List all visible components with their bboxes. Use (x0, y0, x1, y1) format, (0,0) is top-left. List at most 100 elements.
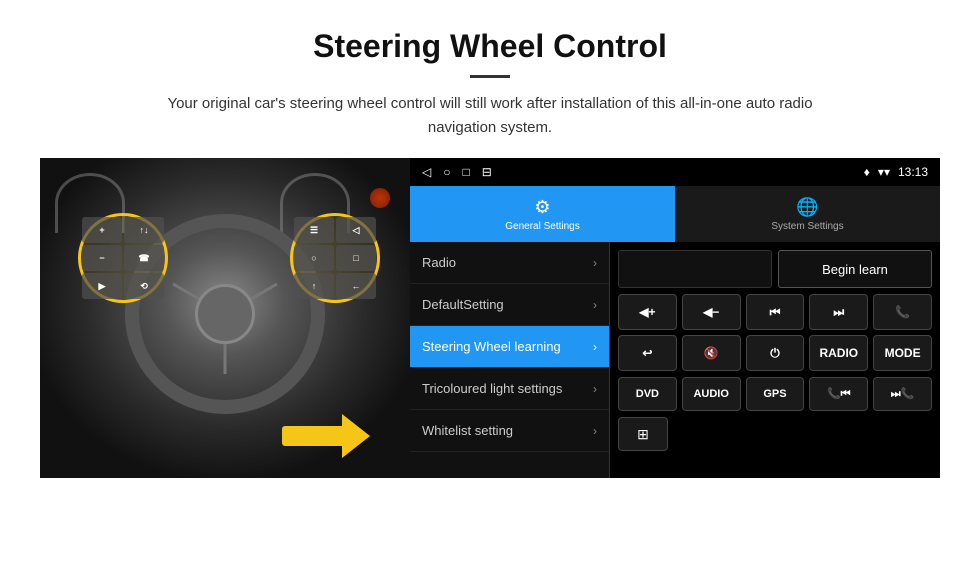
menu-whitelist-label: Whitelist setting (422, 423, 513, 438)
ctrl-square: □ (336, 245, 376, 271)
prev-call-icon: ⏭📞 (891, 387, 915, 401)
ctrl-play: ▶ (82, 273, 122, 299)
title-section: Steering Wheel Control Your original car… (40, 28, 940, 140)
ctrl-minus: − (82, 245, 122, 271)
radio-button[interactable]: RADIO (809, 335, 868, 371)
dvd-label: DVD (636, 388, 659, 400)
top-row: Begin learn (618, 250, 932, 288)
power-icon: ⏻ (770, 346, 780, 361)
call-prev-icon: 📞⏮ (827, 387, 851, 401)
tab-bar: ⚙ General Settings 🌐 System Settings (410, 186, 940, 242)
vol-down-button[interactable]: ◀− (682, 294, 741, 330)
ctrl-left: ← (336, 273, 376, 299)
prev-button[interactable]: ⏮ (746, 294, 805, 330)
menu-default-label: DefaultSetting (422, 297, 504, 312)
mute-icon: 🔇 (704, 346, 719, 360)
grid-icon: ⊞ (637, 426, 649, 443)
back-call-button[interactable]: ↩ (618, 335, 677, 371)
right-panel: Begin learn ◀+ ◀− ⏮ (610, 242, 940, 478)
ctrl-mode: ↑↓ (124, 217, 164, 243)
empty-input-box (618, 250, 772, 288)
nav-icons: ◁ ○ □ ⊟ (422, 165, 492, 179)
back-call-icon: ↩ (642, 346, 652, 360)
menu-item-radio[interactable]: Radio › (410, 242, 609, 284)
arrow-indicator (282, 414, 370, 458)
menu-nav-icon[interactable]: ⊟ (482, 165, 492, 179)
tab-system-label: System Settings (771, 221, 843, 232)
prev-call-button[interactable]: ⏭📞 (873, 377, 932, 411)
power-button[interactable]: ⏻ (746, 335, 805, 371)
ctrl-phone: ☎ (124, 245, 164, 271)
grid-icon-button[interactable]: ⊞ (618, 417, 668, 451)
page-title: Steering Wheel Control (40, 28, 940, 65)
chevron-icon-default: › (593, 298, 597, 312)
bottom-row: DVD AUDIO GPS 📞⏮ ⏭📞 (618, 377, 932, 411)
next-button[interactable]: ⏭ (809, 294, 868, 330)
audio-button[interactable]: AUDIO (682, 377, 741, 411)
left-menu: Radio › DefaultSetting › Steering Wheel … (410, 242, 610, 478)
general-settings-icon: ⚙ (534, 197, 550, 218)
vol-up-icon: ◀+ (639, 305, 655, 319)
left-controls: + ↑↓ − ☎ ▶ ⟲ (82, 217, 164, 299)
steering-center (195, 284, 255, 344)
arrow-body (282, 426, 342, 446)
chevron-icon-radio: › (593, 256, 597, 270)
arrow-head (342, 414, 370, 458)
right-controls: ☰ ◁ ○ □ ↑ ← (294, 217, 376, 299)
ctrl-plus: + (82, 217, 122, 243)
chevron-icon-tricoloured: › (593, 382, 597, 396)
page-wrapper: Steering Wheel Control Your original car… (0, 0, 980, 498)
status-bar: ◁ ○ □ ⊟ ♦ ▾▾ 13:13 (410, 158, 940, 186)
gps-button[interactable]: GPS (746, 377, 805, 411)
tab-system-settings[interactable]: 🌐 System Settings (675, 186, 940, 242)
call-prev-button[interactable]: 📞⏮ (809, 377, 868, 411)
begin-learn-button[interactable]: Begin learn (778, 250, 932, 288)
car-image: + ↑↓ − ☎ ▶ ⟲ ☰ ◁ ○ □ ↑ ← (40, 158, 410, 478)
vol-up-button[interactable]: ◀+ (618, 294, 677, 330)
main-content: Radio › DefaultSetting › Steering Wheel … (410, 242, 940, 478)
subtitle: Your original car's steering wheel contr… (150, 92, 830, 140)
home-nav-icon[interactable]: ○ (443, 165, 450, 179)
prev-icon: ⏮ (770, 305, 781, 320)
recent-nav-icon[interactable]: □ (462, 165, 469, 179)
control-grid-row1: ◀+ ◀− ⏮ ⏭ 📞 (618, 294, 932, 371)
title-divider (470, 75, 510, 78)
call-icon: 📞 (895, 305, 910, 319)
time-display: 13:13 (898, 165, 928, 179)
call-button[interactable]: 📞 (873, 294, 932, 330)
dvd-button[interactable]: DVD (618, 377, 677, 411)
menu-item-whitelist[interactable]: Whitelist setting › (410, 410, 609, 452)
chevron-icon-steering: › (593, 340, 597, 354)
gps-label: GPS (763, 388, 786, 400)
ctrl-menu: ☰ (294, 217, 334, 243)
audio-label: AUDIO (693, 388, 728, 400)
mode-label: MODE (885, 346, 921, 360)
ctrl-back: ⟲ (124, 273, 164, 299)
radio-label: RADIO (819, 346, 858, 360)
menu-item-default-setting[interactable]: DefaultSetting › (410, 284, 609, 326)
back-nav-icon[interactable]: ◁ (422, 165, 431, 179)
status-indicators: ♦ ▾▾ 13:13 (864, 165, 928, 179)
tab-general-label: General Settings (505, 221, 580, 232)
menu-tricoloured-label: Tricoloured light settings (422, 381, 562, 396)
location-icon: ♦ (864, 165, 870, 179)
menu-item-steering-wheel[interactable]: Steering Wheel learning › (410, 326, 609, 368)
mute-button[interactable]: 🔇 (682, 335, 741, 371)
content-area: + ↑↓ − ☎ ▶ ⟲ ☰ ◁ ○ □ ↑ ← (40, 158, 940, 478)
menu-radio-label: Radio (422, 255, 456, 270)
next-icon: ⏭ (833, 305, 844, 320)
system-settings-icon: 🌐 (796, 197, 818, 218)
ctrl-back2: ◁ (336, 217, 376, 243)
ctrl-up: ↑ (294, 273, 334, 299)
last-row: ⊞ (618, 417, 932, 451)
menu-item-tricoloured[interactable]: Tricoloured light settings › (410, 368, 609, 410)
mode-button[interactable]: MODE (873, 335, 932, 371)
vol-down-icon: ◀− (703, 305, 719, 319)
menu-steering-label: Steering Wheel learning (422, 339, 561, 354)
signal-icon: ▾▾ (878, 165, 890, 179)
android-ui: ◁ ○ □ ⊟ ♦ ▾▾ 13:13 ⚙ General Settings (410, 158, 940, 478)
chevron-icon-whitelist: › (593, 424, 597, 438)
tab-general-settings[interactable]: ⚙ General Settings (410, 186, 675, 242)
warning-light (370, 188, 390, 208)
ctrl-home: ○ (294, 245, 334, 271)
